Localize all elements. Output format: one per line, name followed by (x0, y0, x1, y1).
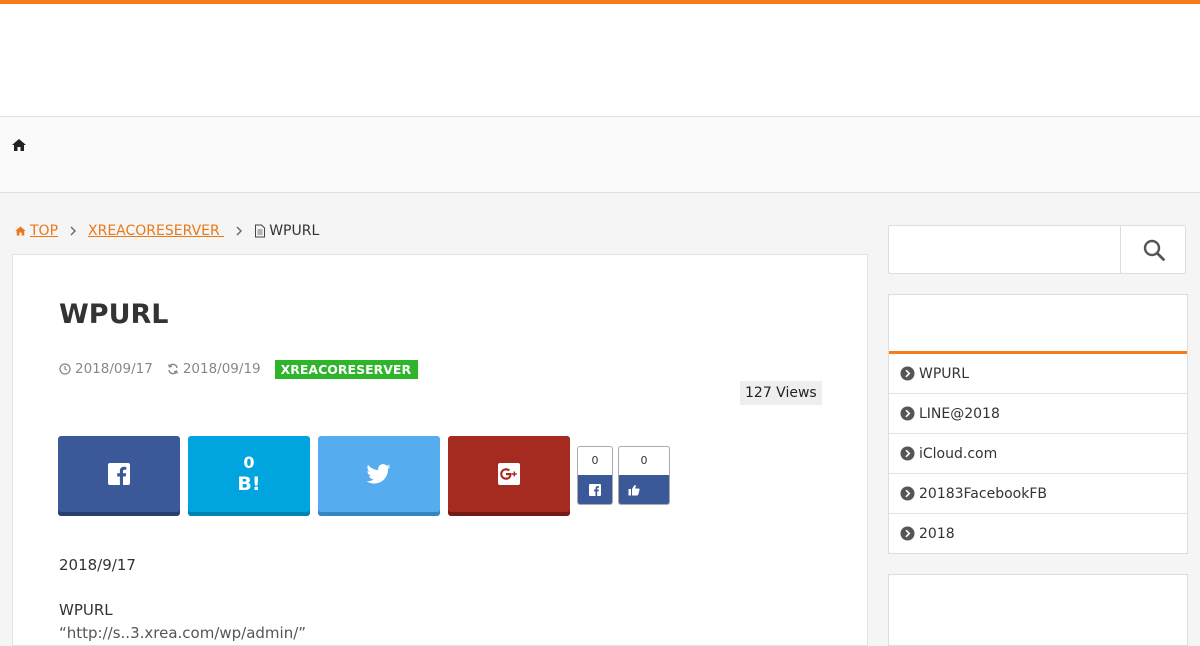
recent-post-label: iCloud.com (919, 445, 998, 462)
widget-header (889, 295, 1187, 354)
recent-posts-widget: WPURL LINE@2018 iCloud.com 20183Facebook… (888, 294, 1188, 554)
chevron-right-icon (236, 226, 243, 236)
page-title: WPURL (59, 299, 169, 330)
article-body-date: 2018/9/17 (59, 556, 136, 574)
search-input[interactable] (889, 226, 1113, 273)
recent-post-label: LINE@2018 (919, 405, 1000, 422)
facebook-like-counter[interactable]: 0 (618, 446, 670, 505)
chevron-circle-right-icon (900, 486, 915, 501)
updated-date: 2018/09/19 (167, 361, 261, 377)
search-icon (1143, 239, 1165, 261)
facebook-share-counter[interactable]: 0 (577, 446, 613, 505)
sidebar-widget-2 (888, 574, 1188, 646)
twitter-share-button[interactable] (318, 436, 440, 512)
site-header (0, 4, 1200, 117)
article-body-text-2: “http://s..3.xrea.com/wp/admin/” (59, 624, 307, 642)
hatena-count: 0 (243, 453, 255, 472)
clock-icon (59, 363, 71, 375)
facebook-icon (589, 483, 601, 496)
home-icon[interactable] (11, 137, 27, 153)
home-icon (15, 226, 26, 236)
document-icon (255, 224, 266, 238)
breadcrumb-home-link[interactable]: TOP (14, 223, 58, 239)
google-plus-icon (498, 463, 520, 485)
facebook-share-button[interactable] (58, 436, 180, 512)
search-button[interactable] (1120, 226, 1186, 273)
chevron-circle-right-icon (900, 366, 915, 381)
article-body-text: WPURL (59, 601, 113, 619)
chevron-circle-right-icon (900, 446, 915, 461)
chevron-right-icon (70, 226, 77, 236)
recent-post-item[interactable]: 20183FacebookFB (889, 474, 1187, 514)
search-form (888, 225, 1186, 274)
hatena-mark: B! (237, 473, 261, 495)
breadcrumb-category-label: XREACORESERVER (88, 223, 225, 239)
view-count: 127 Views (740, 381, 822, 405)
facebook-counter-button[interactable] (578, 475, 612, 504)
breadcrumb: TOP XREACORESERVER WPURL (14, 222, 319, 240)
like-button[interactable] (619, 475, 669, 504)
refresh-icon (167, 363, 178, 375)
recent-post-label: 2018 (919, 525, 955, 542)
chevron-circle-right-icon (900, 406, 915, 421)
breadcrumb-current-label: WPURL (269, 223, 320, 239)
published-date-text: 2018/09/17 (75, 361, 153, 377)
article-meta: 2018/09/17 2018/09/19 XREACORESERVER (59, 359, 418, 379)
category-badge[interactable]: XREACORESERVER (274, 359, 418, 379)
google-plus-share-button[interactable] (448, 436, 570, 512)
chevron-circle-right-icon (900, 526, 915, 541)
recent-post-label: 20183FacebookFB (919, 485, 1047, 502)
facebook-like-count: 0 (640, 454, 648, 467)
recent-post-item[interactable]: 2018 (889, 514, 1187, 553)
hatena-bookmark-button[interactable]: 0 B! (188, 436, 310, 512)
recent-post-item[interactable]: WPURL (889, 354, 1187, 394)
recent-post-item[interactable]: LINE@2018 (889, 394, 1187, 434)
updated-date-text: 2018/09/19 (182, 361, 261, 377)
recent-post-label: WPURL (919, 365, 970, 382)
breadcrumb-current: WPURL (254, 223, 319, 239)
article-card: WPURL 2018/09/17 2018/09/19 XREACORESERV… (12, 254, 868, 646)
facebook-share-count: 0 (591, 454, 599, 467)
global-nav (0, 117, 1200, 193)
twitter-icon (367, 464, 391, 484)
breadcrumb-home-label: TOP (30, 223, 59, 239)
breadcrumb-category-link[interactable]: XREACORESERVER (88, 223, 224, 239)
recent-post-item[interactable]: iCloud.com (889, 434, 1187, 474)
thumbs-up-icon (628, 484, 640, 495)
facebook-icon (108, 463, 130, 485)
published-date: 2018/09/17 (59, 361, 153, 377)
